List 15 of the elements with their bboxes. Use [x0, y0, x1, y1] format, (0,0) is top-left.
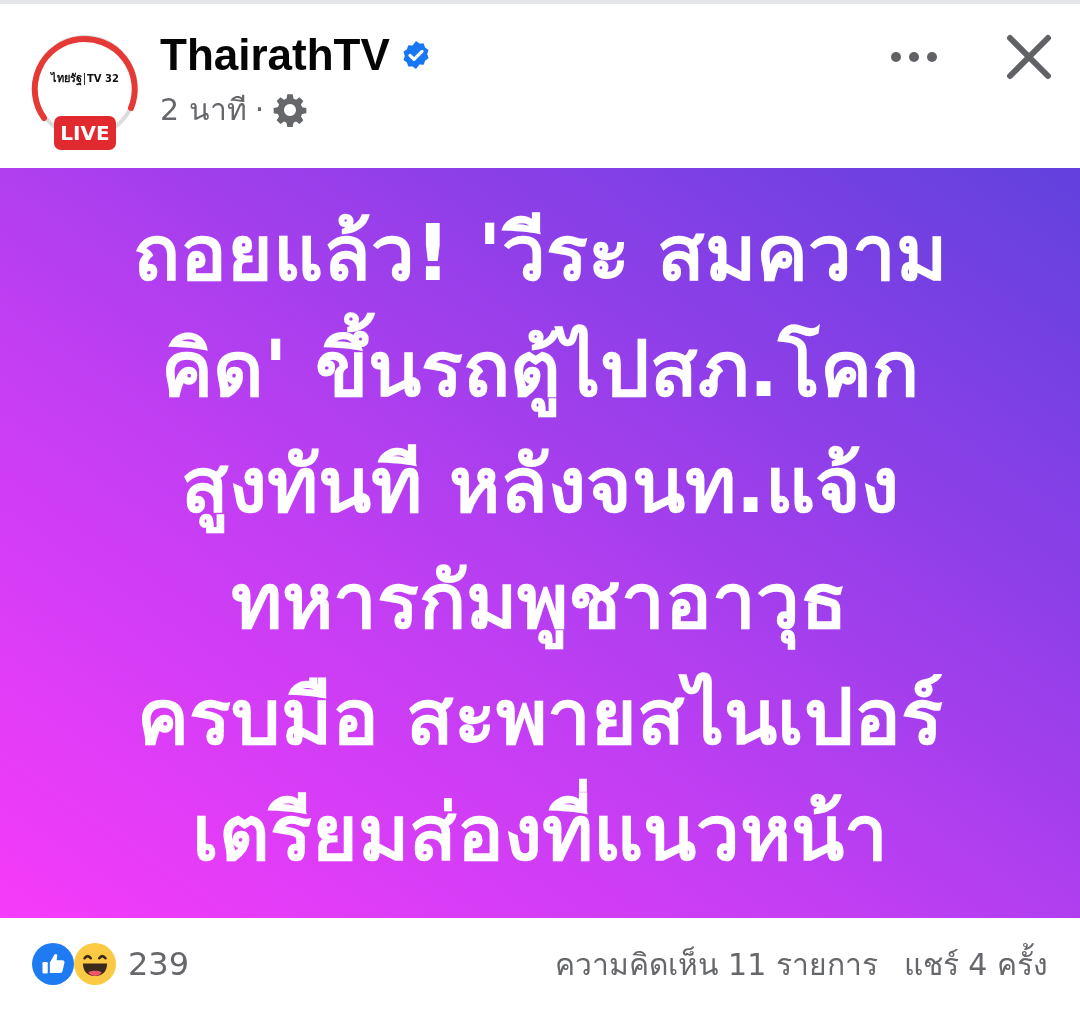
reaction-count[interactable]: 239 [128, 945, 190, 983]
comment-count-link[interactable]: ความคิดเห็น 11 รายการ [554, 940, 878, 988]
live-badge: LIVE [54, 116, 116, 150]
post-time-link[interactable]: 2 นาที [160, 90, 247, 130]
gear-icon[interactable] [272, 92, 309, 128]
thumbs-up-icon[interactable] [32, 943, 74, 985]
share-count-link[interactable]: แชร์ 4 ครั้ง [903, 940, 1048, 988]
logo-text: ไทยรัฐ [51, 72, 82, 86]
logo-channel-text: TV 32 [84, 73, 119, 85]
post-text: ถอยแล้ว! 'วีระ สมความ คิด' ขึ้นรถตู้ไปสภ.โคก สูงทันที หลังจนท.แจ้ง ทหารกัมพูชาอาวุธ ครบมือ สะพายสไนเปอร์ เตรียมส่องที่แนวหน้า [133, 207, 947, 880]
more-options-icon[interactable] [890, 51, 938, 63]
close-icon[interactable] [1006, 34, 1052, 80]
laughing-face-icon[interactable] [74, 943, 116, 985]
separator-dot: · [254, 91, 265, 129]
author-name-link[interactable]: ThairathTV [160, 28, 390, 82]
